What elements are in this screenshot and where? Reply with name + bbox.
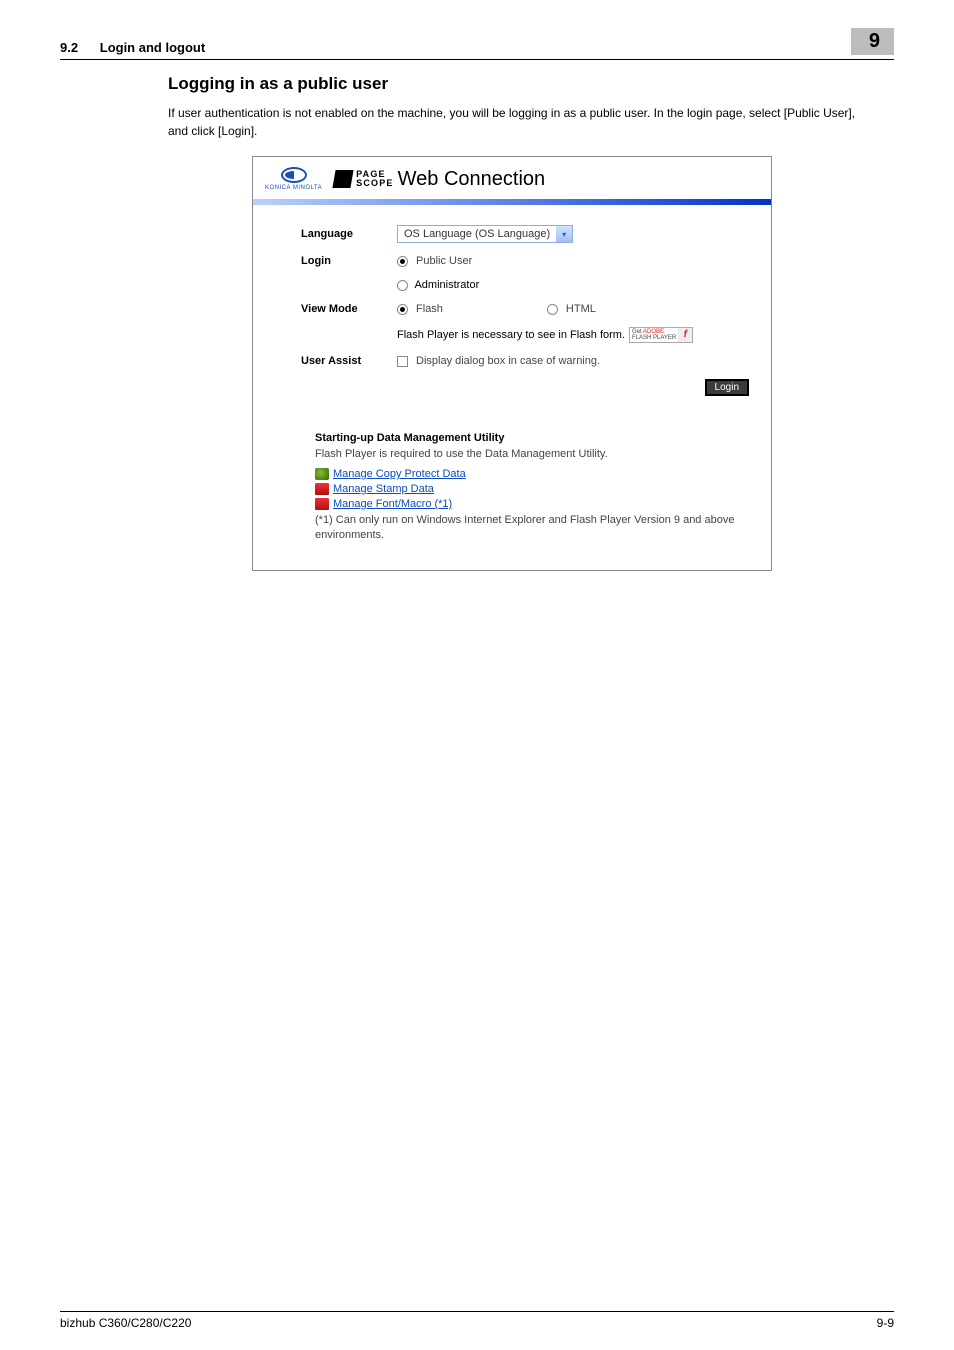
chapter-number: 9: [851, 28, 894, 55]
link-manage-font-macro[interactable]: Manage Font/Macro (*1): [333, 498, 452, 510]
stamp-icon: [315, 483, 329, 495]
badge-fp: FLASH PLAYER: [632, 335, 676, 341]
pagescope-icon: [333, 170, 354, 188]
radio-public-user[interactable]: [397, 256, 408, 267]
flash-icon: f: [678, 328, 692, 342]
dmu-title: Starting-up Data Management Utility: [315, 432, 753, 444]
pagescope-text-bot: SCOPE: [356, 179, 394, 188]
konica-minolta-logo: KONICA MINOLTA: [265, 167, 322, 191]
pagescope-title: PAGE SCOPE Web Connection: [334, 168, 545, 191]
userassist-option-label: Display dialog box in case of warning.: [416, 355, 600, 367]
link-manage-copy-protect[interactable]: Manage Copy Protect Data: [333, 468, 466, 480]
userassist-checkbox[interactable]: [397, 356, 408, 367]
webconnection-text: Web Connection: [398, 168, 546, 191]
flash-player-note: Flash Player is necessary to see in Flas…: [397, 329, 625, 341]
radio-html-label: HTML: [566, 303, 596, 315]
intro-paragraph: If user authentication is not enabled on…: [168, 104, 860, 140]
radio-public-user-label: Public User: [416, 255, 472, 267]
login-screenshot: KONICA MINOLTA PAGE SCOPE Web Connection…: [252, 156, 772, 571]
language-select-value: OS Language (OS Language): [398, 228, 556, 240]
radio-administrator[interactable]: [397, 280, 408, 291]
link-manage-stamp[interactable]: Manage Stamp Data: [333, 483, 434, 495]
login-label: Login: [301, 255, 397, 267]
dmu-footnote: (*1) Can only run on Windows Internet Ex…: [315, 513, 753, 544]
login-button[interactable]: Login: [705, 379, 749, 396]
radio-administrator-label: Administrator: [414, 279, 479, 291]
language-label: Language: [301, 228, 397, 240]
radio-flash[interactable]: [397, 304, 408, 315]
dmu-subtitle: Flash Player is required to use the Data…: [315, 448, 753, 460]
footer-page-number: 9-9: [877, 1316, 894, 1330]
chevron-down-icon: ▾: [556, 226, 572, 242]
section-header: 9.2 Login and logout: [60, 40, 205, 55]
section-title: Login and logout: [100, 40, 205, 55]
viewmode-label: View Mode: [301, 303, 397, 315]
logo-brand-text: KONICA MINOLTA: [265, 185, 322, 191]
radio-flash-label: Flash: [416, 303, 443, 315]
radio-html[interactable]: [547, 304, 558, 315]
copy-protect-icon: [315, 468, 329, 480]
logo-icon: [281, 167, 307, 183]
get-flash-player-badge[interactable]: Get ADOBE FLASH PLAYER f: [629, 327, 693, 343]
footer-model: bizhub C360/C280/C220: [60, 1316, 191, 1330]
userassist-label: User Assist: [301, 355, 397, 367]
language-select[interactable]: OS Language (OS Language) ▾: [397, 225, 573, 243]
section-number: 9.2: [60, 40, 78, 55]
page-heading: Logging in as a public user: [168, 74, 860, 94]
font-macro-icon: [315, 498, 329, 510]
